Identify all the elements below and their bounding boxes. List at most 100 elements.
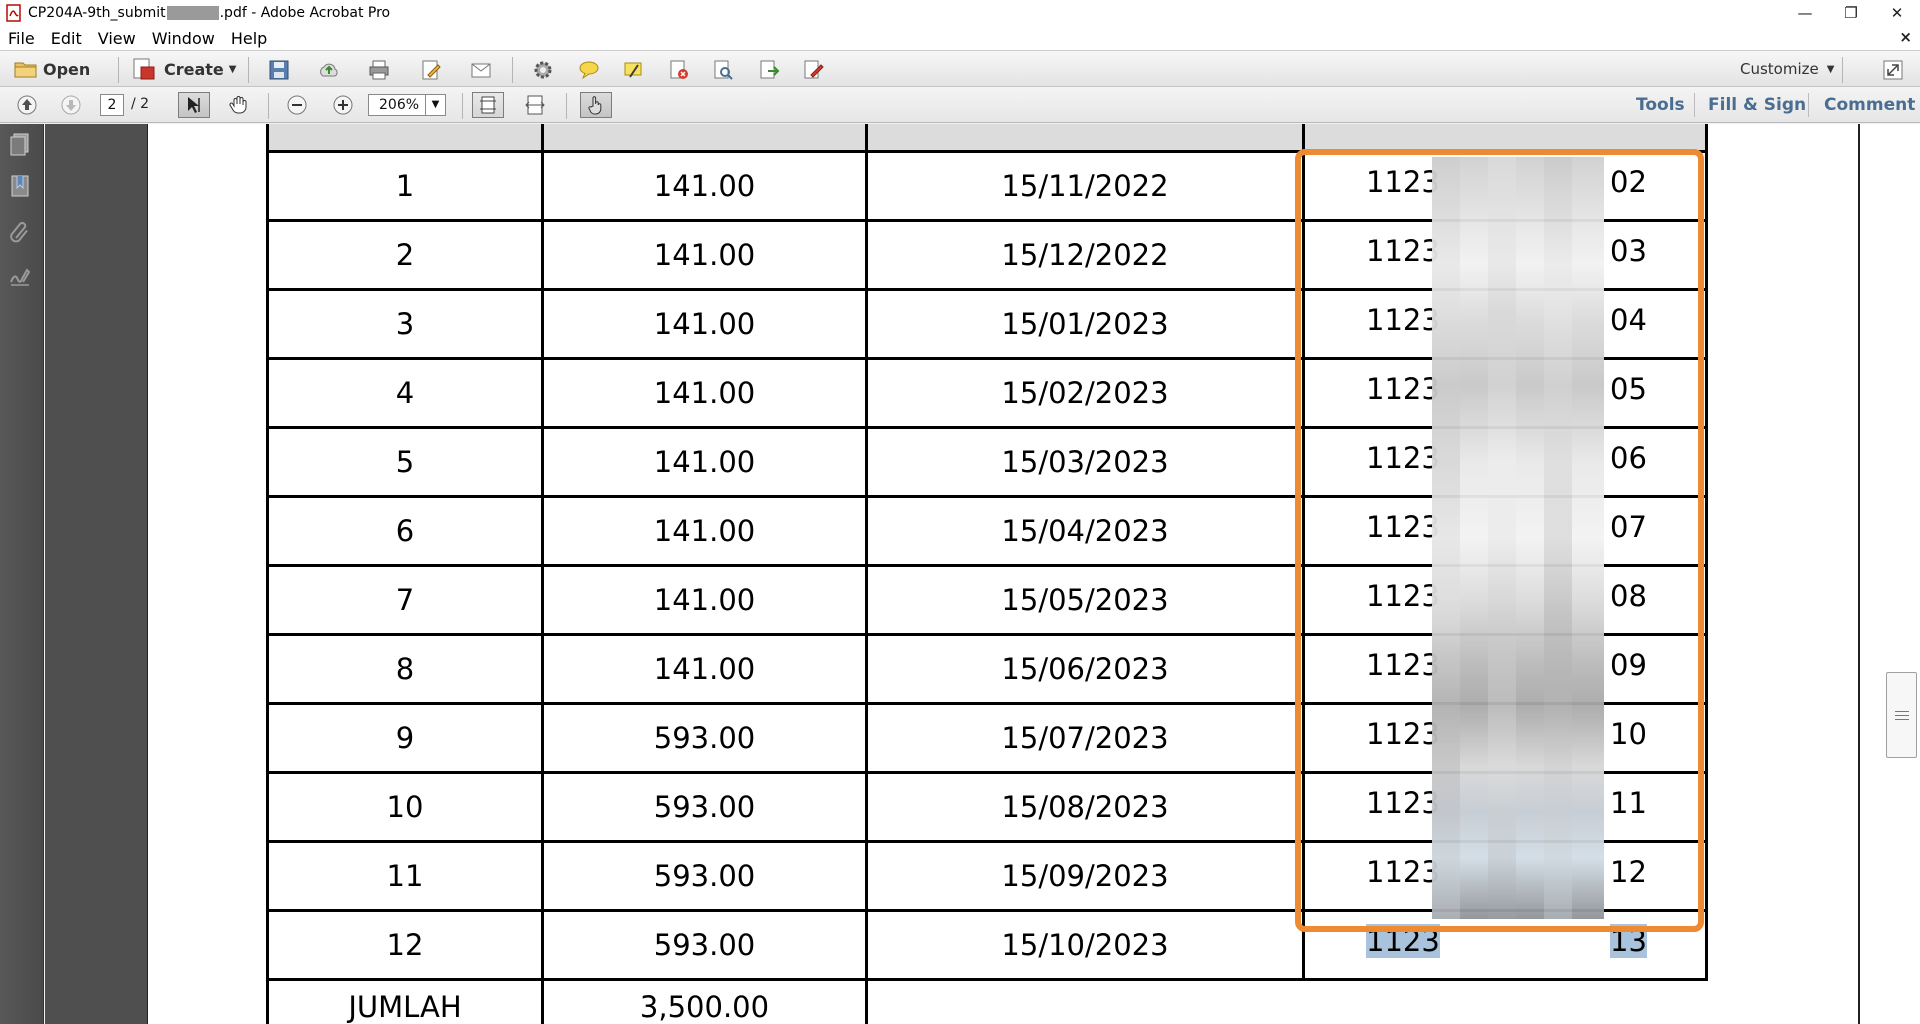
reference-prefix[interactable]: 1123	[1366, 372, 1440, 406]
reference-suffix[interactable]: 05	[1610, 372, 1647, 406]
due-date-cell: 15/06/2023	[865, 632, 1305, 705]
table-header-row	[266, 124, 1708, 153]
vertical-scrollbar[interactable]	[1885, 124, 1920, 1024]
zoom-out-icon[interactable]	[286, 94, 308, 116]
reference-prefix[interactable]: 1123	[1366, 441, 1440, 475]
due-date-cell: 15/12/2022	[865, 218, 1305, 291]
reference-prefix[interactable]: 1123	[1366, 786, 1440, 820]
zoom-level-value: 206%	[379, 97, 420, 113]
installment-number-cell: 9	[266, 701, 544, 774]
navigation-pane	[0, 124, 44, 1024]
amount-cell: 593.00	[541, 701, 868, 774]
reference-prefix[interactable]: 1123	[1366, 855, 1440, 889]
chevron-down-icon: ▼	[1826, 63, 1835, 75]
redacted-reference-blur	[1432, 157, 1604, 919]
close-button[interactable]: ✕	[1874, 0, 1920, 26]
restore-button[interactable]: ❐	[1828, 0, 1874, 26]
attachment-icon[interactable]	[8, 218, 34, 244]
next-page-icon[interactable]	[60, 94, 82, 116]
signature-icon[interactable]	[8, 262, 34, 288]
navigation-toolbar: 2 / 2 206% ▼ Tools Fill & Sign Comment	[0, 87, 1920, 123]
due-date-cell: 15/04/2023	[865, 494, 1305, 567]
reference-prefix[interactable]: 1123	[1366, 510, 1440, 544]
installment-number-cell: 12	[266, 908, 544, 981]
fill-sign-link[interactable]: Fill & Sign	[1708, 95, 1806, 115]
installment-number-cell: 4	[266, 356, 544, 429]
bookmark-icon[interactable]	[8, 174, 34, 200]
scrollbar-thumb[interactable]	[1886, 672, 1917, 758]
reference-suffix[interactable]: 03	[1610, 234, 1647, 268]
save-icon[interactable]	[268, 59, 290, 81]
export-page-icon[interactable]	[758, 59, 780, 81]
menu-help[interactable]: Help	[223, 29, 275, 48]
gear-icon[interactable]	[532, 59, 554, 81]
sign-document-icon[interactable]	[802, 59, 824, 81]
menu-window[interactable]: Window	[144, 29, 223, 48]
zoom-in-icon[interactable]	[332, 94, 354, 116]
print-icon[interactable]	[368, 59, 390, 81]
page-thumbnails-icon[interactable]	[8, 132, 34, 158]
menu-bar: File Edit View Window Help ×	[0, 26, 1920, 50]
search-document-icon[interactable]	[712, 59, 734, 81]
previous-page-icon[interactable]	[16, 94, 38, 116]
create-pdf-icon	[133, 58, 155, 80]
delete-page-icon[interactable]	[668, 59, 690, 81]
tools-link[interactable]: Tools	[1636, 95, 1685, 115]
reference-suffix[interactable]: 13	[1610, 924, 1647, 958]
reference-suffix[interactable]: 04	[1610, 303, 1647, 337]
customize-label: Customize	[1740, 60, 1819, 78]
installment-number-cell: 10	[266, 770, 544, 843]
reference-prefix[interactable]: 1123	[1366, 648, 1440, 682]
reference-suffix[interactable]: 08	[1610, 579, 1647, 613]
reference-suffix[interactable]: 11	[1610, 786, 1647, 820]
edit-document-icon[interactable]	[420, 59, 442, 81]
reference-suffix[interactable]: 07	[1610, 510, 1647, 544]
installment-number-cell: 8	[266, 632, 544, 705]
reference-prefix[interactable]: 1123	[1366, 303, 1440, 337]
close-document-button[interactable]: ×	[1899, 28, 1912, 46]
fit-page-icon	[480, 96, 496, 114]
highlight-pen-icon[interactable]	[622, 59, 644, 81]
total-amount-cell: 3,500.00	[541, 977, 868, 1024]
due-date-cell: 15/05/2023	[865, 563, 1305, 636]
fit-page-button[interactable]	[472, 92, 504, 118]
page-number-input[interactable]: 2	[100, 94, 124, 116]
expand-icon[interactable]	[1882, 59, 1904, 81]
reference-suffix[interactable]: 10	[1610, 717, 1647, 751]
cursor-icon	[188, 97, 200, 113]
menu-view[interactable]: View	[90, 29, 144, 48]
touch-mode-button[interactable]	[580, 92, 612, 118]
main-toolbar: Open Create ▼ Customize ▼	[0, 50, 1920, 87]
menu-file[interactable]: File	[0, 29, 43, 48]
reference-prefix[interactable]: 1123	[1366, 234, 1440, 268]
reference-suffix[interactable]: 12	[1610, 855, 1647, 889]
reference-suffix[interactable]: 06	[1610, 441, 1647, 475]
empty-cell	[867, 979, 1304, 1024]
reference-suffix[interactable]: 02	[1610, 165, 1647, 199]
reference-prefix[interactable]: 1123	[1366, 717, 1440, 751]
menu-edit[interactable]: Edit	[43, 29, 90, 48]
reference-prefix[interactable]: 1123	[1366, 924, 1440, 958]
chevron-down-icon[interactable]: ▼	[425, 95, 445, 115]
comment-link[interactable]: Comment	[1824, 95, 1915, 115]
page-total: / 2	[131, 96, 150, 112]
amount-cell: 141.00	[541, 494, 868, 567]
reference-prefix[interactable]: 1123	[1366, 165, 1440, 199]
fit-width-icon[interactable]	[524, 94, 546, 116]
select-tool-button[interactable]	[178, 92, 210, 118]
reference-number-cell: 1123 13	[1302, 908, 1708, 981]
reference-suffix[interactable]: 09	[1610, 648, 1647, 682]
email-icon[interactable]	[470, 59, 492, 81]
cloud-upload-icon[interactable]	[318, 59, 340, 81]
minimize-button[interactable]: —	[1782, 0, 1828, 26]
create-button[interactable]: Create ▼	[132, 57, 236, 81]
customize-button[interactable]: Customize ▼	[1740, 57, 1834, 81]
amount-cell: 593.00	[541, 839, 868, 912]
zoom-level-select[interactable]: 206% ▼	[368, 94, 446, 116]
open-button[interactable]: Open	[14, 57, 90, 81]
redacted-filename	[166, 6, 219, 20]
comment-bubble-icon[interactable]	[578, 59, 600, 81]
hand-tool-icon[interactable]	[228, 94, 250, 116]
reference-prefix[interactable]: 1123	[1366, 579, 1440, 613]
installment-number-cell: 5	[266, 425, 544, 498]
